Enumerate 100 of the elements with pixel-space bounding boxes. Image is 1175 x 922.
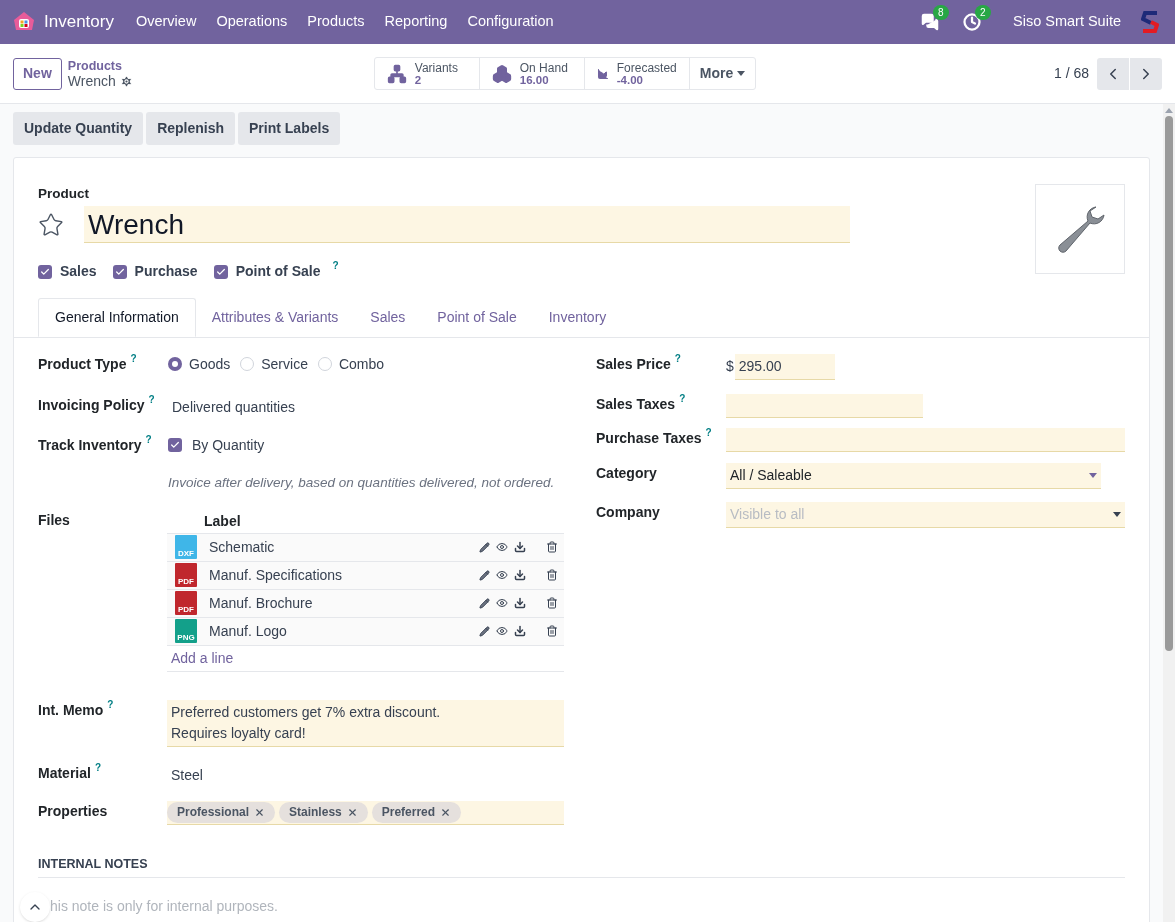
- help-icon[interactable]: ?: [107, 699, 114, 710]
- checkbox[interactable]: [38, 264, 52, 279]
- smart-button[interactable]: On Hand 16.00: [479, 58, 585, 89]
- action-button[interactable]: Replenish: [146, 112, 236, 145]
- checkbox-label[interactable]: By Quantity: [192, 434, 265, 456]
- messages-icon[interactable]: [921, 13, 939, 31]
- check-icon: [215, 266, 226, 277]
- help-icon[interactable]: ?: [130, 354, 137, 365]
- edit-icon[interactable]: [479, 625, 490, 637]
- menu-item[interactable]: Operations: [206, 11, 298, 33]
- file-name: Manuf. Specifications: [209, 565, 344, 585]
- edit-icon[interactable]: [479, 597, 490, 609]
- column-header: Label: [204, 511, 241, 531]
- radio-label[interactable]: Combo: [338, 353, 385, 375]
- delete-icon[interactable]: [546, 625, 558, 637]
- preview-icon[interactable]: [496, 569, 508, 581]
- smart-button[interactable]: Forecasted -4.00: [584, 58, 690, 89]
- property-tag[interactable]: Preferred: [371, 801, 462, 823]
- property-tag[interactable]: Professional: [167, 801, 276, 823]
- download-icon[interactable]: [514, 597, 526, 609]
- menu-item[interactable]: Reporting: [374, 11, 458, 33]
- remove-icon[interactable]: [346, 806, 358, 818]
- file-row[interactable]: PDF Manuf. Specifications: [167, 561, 564, 590]
- scrollbar[interactable]: [1163, 104, 1175, 922]
- download-icon[interactable]: [514, 625, 526, 637]
- checkbox-label[interactable]: Sales: [60, 261, 97, 283]
- download-icon[interactable]: [514, 541, 526, 553]
- settings-icon[interactable]: [119, 74, 133, 88]
- pager-value[interactable]: 1 / 68: [1053, 63, 1089, 84]
- checkbox-label[interactable]: Point of Sale: [235, 261, 321, 283]
- delete-icon[interactable]: [546, 569, 558, 581]
- count-badge: 8: [933, 5, 949, 20]
- checkbox[interactable]: [213, 264, 228, 279]
- company-name[interactable]: Siso Smart Suite: [1013, 11, 1121, 33]
- stat-value: -4.00: [616, 73, 644, 86]
- property-tag[interactable]: Stainless: [279, 801, 368, 823]
- action-button[interactable]: Update Quantity: [13, 112, 144, 145]
- properties-field[interactable]: Professional Stainless Preferred: [167, 800, 564, 825]
- help-icon[interactable]: ?: [145, 435, 152, 446]
- radio-button[interactable]: [168, 357, 182, 372]
- radio-label[interactable]: Service: [261, 353, 308, 375]
- tab[interactable]: Sales: [354, 298, 422, 338]
- tab[interactable]: General Information: [38, 298, 196, 338]
- currency-symbol: $: [726, 357, 734, 377]
- help-icon[interactable]: ?: [94, 762, 102, 773]
- file-row[interactable]: DXF Schematic: [167, 533, 564, 562]
- menu-item[interactable]: Products: [297, 11, 375, 33]
- app-name[interactable]: Inventory: [44, 9, 114, 35]
- file-name: Manuf. Brochure: [209, 593, 314, 613]
- add-line-link[interactable]: Add a line: [171, 647, 234, 669]
- tab[interactable]: Attributes & Variants: [195, 298, 355, 338]
- radio-label[interactable]: Goods: [189, 353, 231, 375]
- file-row[interactable]: PDF Manuf. Brochure: [167, 589, 564, 618]
- help-icon[interactable]: ?: [679, 394, 686, 405]
- menu-item[interactable]: Overview: [125, 11, 207, 33]
- field-label: Product: [38, 185, 90, 203]
- edit-icon[interactable]: [479, 541, 490, 553]
- preview-icon[interactable]: [496, 625, 508, 637]
- checkbox-label[interactable]: Purchase: [134, 261, 198, 283]
- stat-value: 16.00: [519, 73, 550, 86]
- new-button[interactable]: New: [13, 57, 62, 90]
- smart-button[interactable]: Variants 2: [374, 58, 480, 89]
- checkbox[interactable]: [168, 438, 182, 453]
- count-badge: 2: [975, 5, 991, 20]
- breadcrumb-link[interactable]: Products: [67, 58, 133, 74]
- delete-icon[interactable]: [546, 597, 558, 609]
- stat-label: Variants: [414, 61, 458, 74]
- sales-price-field[interactable]: 295.00: [734, 354, 835, 381]
- company-logo-icon[interactable]: [1141, 11, 1159, 33]
- hint-text: Invoice after delivery, based on quantities delivered, not ordered.: [168, 474, 556, 493]
- more-button[interactable]: More: [689, 58, 756, 89]
- purchase-taxes-field[interactable]: [726, 428, 1125, 453]
- preview-icon[interactable]: [496, 541, 508, 553]
- remove-icon[interactable]: [254, 806, 266, 818]
- stat-value: 2: [414, 73, 423, 86]
- activity-icon[interactable]: [963, 13, 981, 31]
- help-icon[interactable]: ?: [148, 395, 155, 406]
- download-icon[interactable]: [514, 569, 526, 581]
- file-type-label: PDF: [178, 577, 194, 586]
- tab[interactable]: Point of Sale: [421, 298, 533, 338]
- tab[interactable]: Inventory: [532, 298, 623, 338]
- preview-icon[interactable]: [496, 597, 508, 609]
- help-icon[interactable]: ?: [332, 261, 339, 272]
- file-row[interactable]: PNG Manuf. Logo: [167, 617, 564, 646]
- help-icon[interactable]: ?: [674, 354, 681, 365]
- menu-item[interactable]: Configuration: [457, 11, 564, 33]
- sales-taxes-field[interactable]: [726, 394, 923, 419]
- memo-field[interactable]: Preferred customers get 7% extra discount. Requires loyalty card!: [167, 699, 564, 747]
- product-name-field[interactable]: Wrench: [84, 206, 850, 244]
- checkbox[interactable]: [112, 264, 127, 279]
- action-button[interactable]: Print Labels: [238, 112, 341, 145]
- help-icon[interactable]: ?: [705, 428, 712, 439]
- category-select[interactable]: All / Saleable: [726, 463, 1101, 490]
- edit-icon[interactable]: [479, 569, 490, 581]
- delete-icon[interactable]: [546, 541, 558, 553]
- remove-icon[interactable]: [440, 806, 452, 818]
- field-value: Steel: [171, 765, 203, 785]
- section-title: INTERNAL NOTES: [38, 856, 148, 871]
- star-icon[interactable]: [38, 211, 64, 238]
- product-image[interactable]: [1035, 184, 1125, 274]
